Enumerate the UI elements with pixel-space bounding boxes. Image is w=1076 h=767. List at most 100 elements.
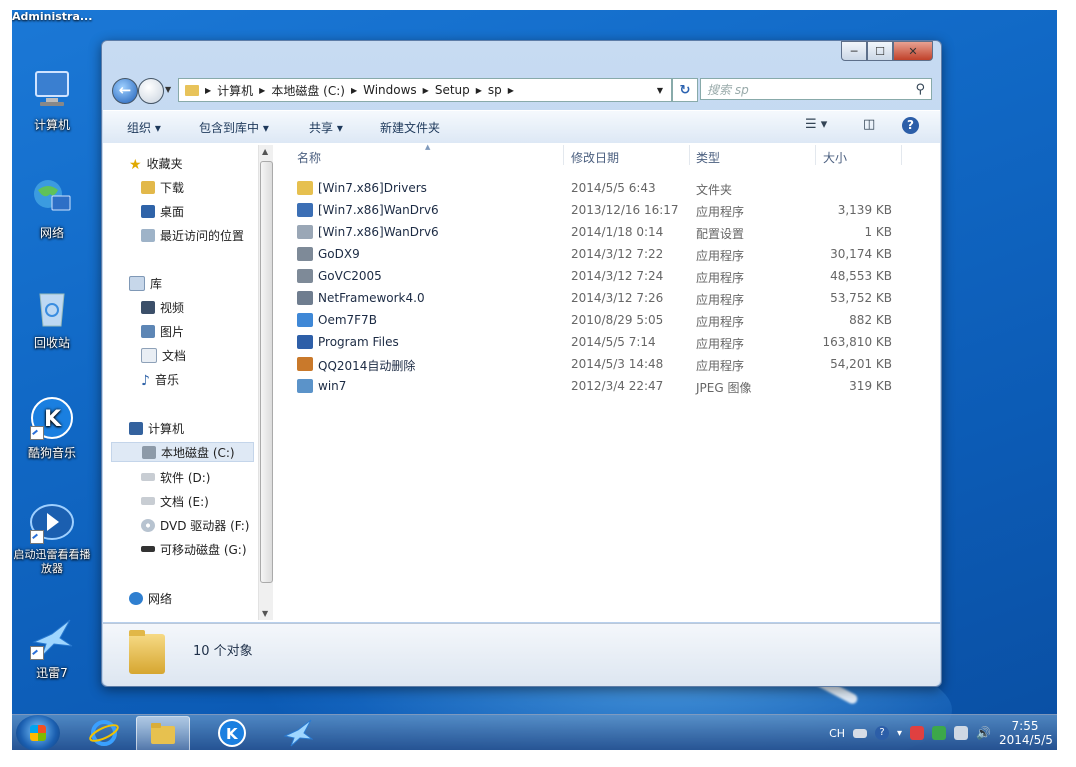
file-row[interactable]: Oem7F7B 2010/8/29 5:05 应用程序 882 KB bbox=[275, 309, 915, 331]
file-row[interactable]: GoDX9 2014/3/12 7:22 应用程序 30,174 KB bbox=[275, 243, 915, 265]
column-divider[interactable] bbox=[815, 145, 816, 165]
help-icon[interactable]: ? bbox=[902, 117, 919, 134]
chevron-right-icon[interactable]: ▶ bbox=[259, 86, 265, 95]
chevron-right-icon[interactable]: ▶ bbox=[423, 86, 429, 95]
close-button[interactable]: ✕ bbox=[893, 41, 933, 61]
breadcrumb-windows[interactable]: Windows bbox=[363, 83, 417, 97]
nav-computer[interactable]: 计算机 bbox=[129, 418, 184, 438]
share-menu[interactable]: 共享 ▾ bbox=[309, 119, 343, 136]
scroll-up-arrow-icon[interactable]: ▲ bbox=[262, 147, 268, 156]
action-center-flag-icon[interactable] bbox=[910, 726, 925, 740]
nav-favorites[interactable]: ★ 收藏夹 bbox=[129, 153, 183, 173]
breadcrumb-sp[interactable]: sp bbox=[488, 83, 502, 97]
taskbar-kugou-button[interactable]: K bbox=[206, 716, 258, 750]
column-header-size[interactable]: 大小 bbox=[823, 149, 847, 167]
column-header-name[interactable]: 名称 bbox=[297, 149, 321, 167]
back-button[interactable]: ← bbox=[112, 78, 138, 104]
organize-menu[interactable]: 组织 ▾ bbox=[127, 119, 161, 136]
scroll-thumb[interactable] bbox=[260, 161, 273, 583]
security-icon[interactable] bbox=[932, 726, 947, 740]
nav-desktop[interactable]: 桌面 bbox=[141, 201, 184, 221]
file-row[interactable]: [Win7.x86]Drivers 2014/5/5 6:43 文件夹 bbox=[275, 177, 915, 199]
file-row[interactable]: QQ2014自动删除 2014/5/3 14:48 应用程序 54,201 KB bbox=[275, 353, 915, 375]
navigation-pane: ★ 收藏夹 下载 桌面 最近访问的位置 库 视频 图片 文档 ♪ 音乐 计算机 本地… bbox=[103, 143, 255, 622]
network-tray-icon[interactable] bbox=[954, 726, 969, 740]
view-options-icon[interactable]: ☰ ▾ bbox=[805, 117, 827, 132]
chevron-right-icon[interactable]: ▶ bbox=[205, 86, 211, 95]
column-divider[interactable] bbox=[563, 145, 564, 165]
help-tray-icon[interactable]: ? bbox=[875, 726, 890, 740]
volume-icon[interactable]: 🔊 bbox=[976, 726, 991, 740]
desktop-icon-computer[interactable]: 计算机 bbox=[12, 68, 92, 133]
recent-pages-dropdown[interactable]: ▼ bbox=[165, 85, 171, 94]
downloads-folder-icon bbox=[141, 180, 155, 194]
minimize-button[interactable]: ─ bbox=[841, 41, 867, 61]
chevron-right-icon[interactable]: ▶ bbox=[351, 86, 357, 95]
preview-pane-icon[interactable]: ◫ bbox=[863, 117, 875, 132]
sort-indicator-icon: ▲ bbox=[425, 143, 431, 151]
nav-music[interactable]: ♪ 音乐 bbox=[141, 369, 179, 389]
address-bar[interactable]: ▶ 计算机 ▶ 本地磁盘 (C:) ▶ Windows ▶ Setup ▶ sp… bbox=[178, 78, 672, 102]
taskbar-explorer-button[interactable] bbox=[136, 716, 190, 750]
refresh-button[interactable]: ↻ bbox=[672, 78, 698, 102]
application-icon bbox=[297, 269, 313, 283]
chevron-right-icon[interactable]: ▶ bbox=[508, 86, 514, 95]
desktop-icon-xunlei-player[interactable]: 启动迅雷看看播放器 bbox=[12, 500, 92, 576]
nav-label: 图片 bbox=[160, 324, 185, 339]
column-header-date[interactable]: 修改日期 bbox=[571, 149, 619, 167]
tray-options-icon[interactable]: ▾ bbox=[897, 728, 902, 739]
desktop-icon-recycle-bin[interactable]: 回收站 bbox=[12, 286, 92, 351]
search-input[interactable]: 搜索 sp bbox=[707, 81, 749, 98]
nav-label: 桌面 bbox=[160, 204, 185, 219]
desktop-icon-xunlei7[interactable]: 迅雷7 bbox=[12, 616, 92, 681]
maximize-button[interactable]: ☐ bbox=[867, 41, 893, 61]
nav-drive-c[interactable]: 本地磁盘 (C:) bbox=[111, 442, 254, 462]
nav-drive-e[interactable]: 文档 (E:) bbox=[141, 491, 209, 511]
search-box[interactable]: 搜索 sp ⚲ bbox=[700, 78, 932, 100]
nav-recent-places[interactable]: 最近访问的位置 bbox=[141, 225, 244, 245]
taskbar-ie-button[interactable] bbox=[78, 716, 130, 750]
desktop-icon-kugou[interactable]: K 酷狗音乐 bbox=[12, 396, 92, 461]
forward-button[interactable] bbox=[138, 78, 164, 104]
nav-documents[interactable]: 文档 bbox=[141, 345, 186, 365]
file-date: 2012/3/4 22:47 bbox=[571, 379, 664, 393]
column-divider[interactable] bbox=[901, 145, 902, 165]
clock[interactable]: 7:55 2014/5/5 bbox=[999, 719, 1053, 747]
breadcrumb-setup[interactable]: Setup bbox=[435, 83, 470, 97]
column-divider[interactable] bbox=[689, 145, 690, 165]
file-list: 名称 修改日期 类型 大小 ▲ [Win7.x86]Drivers 2014/5/… bbox=[275, 143, 940, 622]
nav-pictures[interactable]: 图片 bbox=[141, 321, 184, 341]
nav-network[interactable]: 网络 bbox=[129, 588, 172, 608]
start-button[interactable] bbox=[16, 715, 60, 750]
keyboard-icon[interactable] bbox=[853, 728, 868, 738]
nav-drive-f[interactable]: DVD 驱动器 (F:) bbox=[141, 515, 250, 535]
language-indicator[interactable]: CH bbox=[829, 727, 845, 740]
nav-videos[interactable]: 视频 bbox=[141, 297, 184, 317]
taskbar-xunlei-button[interactable] bbox=[272, 716, 324, 750]
application-icon bbox=[297, 291, 313, 305]
explorer-folder-icon bbox=[151, 723, 175, 744]
file-row[interactable]: Program Files 2014/5/5 7:14 应用程序 163,810 KB bbox=[275, 331, 915, 353]
file-row[interactable]: [Win7.x86]WanDrv6 2013/12/16 16:17 应用程序 3,1… bbox=[275, 199, 915, 221]
include-in-library-menu[interactable]: 包含到库中 ▾ bbox=[199, 119, 269, 136]
nav-scrollbar[interactable]: ▲ ▼ bbox=[258, 145, 273, 620]
file-row[interactable]: win7 2012/3/4 22:47 JPEG 图像 319 KB bbox=[275, 375, 915, 397]
breadcrumb-computer[interactable]: 计算机 bbox=[217, 82, 253, 99]
chevron-right-icon[interactable]: ▶ bbox=[476, 86, 482, 95]
svg-text:K: K bbox=[44, 407, 62, 432]
breadcrumb-drive-c[interactable]: 本地磁盘 (C:) bbox=[271, 82, 345, 99]
nav-drive-d[interactable]: 软件 (D:) bbox=[141, 467, 210, 487]
desktop-icon-network[interactable]: 网络 bbox=[12, 176, 92, 241]
column-header-type[interactable]: 类型 bbox=[696, 149, 720, 167]
scroll-down-arrow-icon[interactable]: ▼ bbox=[262, 609, 268, 618]
file-row[interactable]: NetFramework4.0 2014/3/12 7:26 应用程序 53,752 … bbox=[275, 287, 915, 309]
nav-downloads[interactable]: 下载 bbox=[141, 177, 184, 197]
nav-label: DVD 驱动器 (F:) bbox=[160, 518, 250, 533]
address-dropdown-icon[interactable]: ▼ bbox=[657, 86, 663, 95]
library-icon bbox=[129, 275, 145, 291]
file-row[interactable]: [Win7.x86]WanDrv6 2014/1/18 0:14 配置设置 1 KB bbox=[275, 221, 915, 243]
new-folder-button[interactable]: 新建文件夹 bbox=[380, 119, 440, 136]
nav-libraries[interactable]: 库 bbox=[129, 273, 162, 293]
nav-drive-g[interactable]: 可移动磁盘 (G:) bbox=[141, 539, 247, 559]
file-row[interactable]: GoVC2005 2014/3/12 7:24 应用程序 48,553 KB bbox=[275, 265, 915, 287]
